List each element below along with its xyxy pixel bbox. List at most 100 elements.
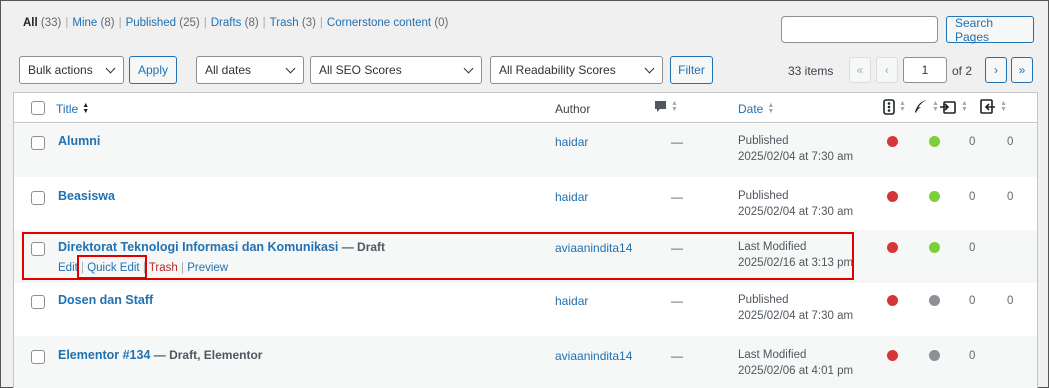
table-row: Elementor #134 — Draft, Elementor aviaan… — [14, 336, 1037, 388]
page-title-link[interactable]: Dosen dan Staff — [58, 293, 153, 307]
search-input[interactable] — [781, 16, 938, 43]
total-pages: of 2 — [952, 64, 973, 78]
row-checkbox[interactable] — [31, 242, 45, 256]
column-incoming-links[interactable]: ▲ ▼ — [979, 99, 1007, 114]
column-title[interactable]: Title ▲ ▼ — [56, 102, 89, 116]
column-date[interactable]: Date ▲ ▼ — [738, 102, 774, 116]
last-page-button[interactable]: » — [1011, 57, 1033, 83]
comment-icon — [655, 101, 666, 112]
chevron-down-icon — [105, 63, 116, 73]
row-checkbox[interactable] — [31, 136, 45, 150]
readability-score-dot — [929, 350, 940, 361]
view-cornerstone[interactable]: Cornerstone content (0) — [327, 17, 448, 29]
filter-button[interactable]: Filter — [670, 56, 713, 84]
author-link[interactable]: aviaanindita14 — [555, 349, 632, 363]
trash-link[interactable]: Trash — [149, 262, 178, 274]
sort-icon: ▲ ▼ — [961, 99, 968, 113]
readability-score-select[interactable]: All Readability Scores — [490, 56, 663, 84]
comments-count: — — [671, 241, 683, 255]
post-state: — Draft — [338, 240, 386, 254]
current-page-input[interactable]: 1 — [903, 57, 947, 83]
sort-icon: ▲ ▼ — [767, 102, 775, 115]
prev-page-button: ‹ — [876, 57, 898, 83]
sort-icon: ▲ ▼ — [899, 100, 906, 113]
column-author: Author — [555, 102, 591, 116]
sort-icon: ▲ ▼ — [932, 99, 939, 113]
view-drafts[interactable]: Drafts (8) — [211, 17, 259, 29]
quill-icon — [915, 100, 927, 113]
seo-score-dot — [887, 191, 898, 202]
readability-score-dot — [929, 136, 940, 147]
column-comments[interactable]: ▲ ▼ — [654, 100, 678, 113]
post-state: — Draft, Elementor — [150, 348, 263, 362]
row-checkbox[interactable] — [31, 191, 45, 205]
incoming-links-count: 0 — [1007, 295, 1014, 307]
sort-icon: ▲ ▼ — [82, 102, 90, 115]
chevron-down-icon — [463, 63, 474, 73]
seo-score-dot — [887, 350, 898, 361]
incoming-links-count: 0 — [1007, 191, 1014, 203]
author-link[interactable]: haidar — [555, 135, 588, 149]
row-checkbox[interactable] — [31, 295, 45, 309]
search-pages-button[interactable]: Search Pages — [946, 16, 1034, 44]
chevron-down-icon — [285, 63, 296, 73]
date-cell: Last Modified 2025/02/16 at 3:13 pm — [738, 241, 854, 269]
outgoing-links-count: 0 — [969, 350, 976, 362]
table-row: Beasiswa haidar — Published 2025/02/04 at… — [14, 177, 1037, 230]
column-outgoing-links[interactable]: ▲ ▼ — [940, 99, 968, 114]
comments-count: — — [671, 135, 683, 149]
readability-score-dot — [929, 242, 940, 253]
chevron-down-icon — [644, 63, 655, 73]
view-mine[interactable]: Mine (8) — [72, 17, 114, 29]
sort-icon: ▲ ▼ — [1000, 99, 1007, 113]
column-readability[interactable]: ▲ ▼ — [913, 99, 939, 114]
outgoing-links-count: 0 — [969, 242, 976, 254]
views-filter: All (33) | Mine (8) | Published (25) | Drafts … — [23, 17, 449, 29]
sort-icon: ▲ ▼ — [671, 99, 678, 113]
author-link[interactable]: haidar — [555, 190, 588, 204]
seo-score-dot — [887, 242, 898, 253]
incoming-links-count: 0 — [1007, 136, 1014, 148]
quick-edit-link[interactable]: Quick Edit — [87, 262, 139, 274]
first-page-button: « — [849, 57, 871, 83]
view-published[interactable]: Published (25) — [126, 17, 200, 29]
table-row: Alumni haidar — Published 2025/02/04 at 7… — [14, 124, 1037, 177]
row-checkbox[interactable] — [31, 350, 45, 364]
table-row: Direktorat Teknologi Informasi dan Komun… — [14, 230, 1037, 283]
page-title-link[interactable]: Alumni — [58, 134, 100, 148]
comments-count: — — [671, 294, 683, 308]
traffic-light-icon — [883, 99, 895, 115]
outgoing-links-count: 0 — [969, 136, 976, 148]
select-all-checkbox[interactable] — [31, 101, 45, 115]
date-cell: Last Modified 2025/02/06 at 4:01 pm — [738, 349, 854, 377]
items-count: 33 items — [788, 64, 834, 78]
readability-score-dot — [929, 295, 940, 306]
date-cell: Published 2025/02/04 at 7:30 am — [738, 190, 854, 218]
view-all[interactable]: All (33) — [23, 17, 61, 29]
outgoing-links-count: 0 — [969, 191, 976, 203]
page-title-link[interactable]: Elementor #134 — [58, 348, 150, 362]
author-link[interactable]: aviaanindita14 — [555, 241, 632, 255]
author-link[interactable]: haidar — [555, 294, 588, 308]
seo-score-dot — [887, 136, 898, 147]
column-seo-score[interactable]: ▲ ▼ — [883, 99, 906, 115]
pages-table: Title ▲ ▼ Author ▲ ▼ Date ▲ ▼ ▲ ▼ ▲ ▼ ▲ ▼ ▲ ▼ — [13, 92, 1038, 388]
apply-button[interactable]: Apply — [129, 56, 177, 84]
outgoing-links-count: 0 — [969, 295, 976, 307]
comments-count: — — [671, 349, 683, 363]
table-header: Title ▲ ▼ Author ▲ ▼ Date ▲ ▼ ▲ ▼ ▲ ▼ ▲ ▼ ▲ ▼ — [14, 93, 1037, 123]
seo-score-select[interactable]: All SEO Scores — [310, 56, 482, 84]
date-cell: Published 2025/02/04 at 7:30 am — [738, 294, 854, 322]
view-trash[interactable]: Trash (3) — [270, 17, 316, 29]
comments-count: — — [671, 190, 683, 204]
date-filter-select[interactable]: All dates — [196, 56, 304, 84]
page-title-link[interactable]: Beasiswa — [58, 189, 115, 203]
next-page-button[interactable]: › — [985, 57, 1007, 83]
bulk-actions-select[interactable]: Bulk actions — [19, 56, 124, 84]
incoming-link-icon — [980, 99, 995, 114]
seo-score-dot — [887, 295, 898, 306]
page-title-link[interactable]: Direktorat Teknologi Informasi dan Komun… — [58, 240, 338, 254]
row-actions: Edit | Quick Edit | Trash | Preview — [58, 262, 229, 274]
edit-link[interactable]: Edit — [58, 262, 78, 274]
preview-link[interactable]: Preview — [187, 262, 228, 274]
